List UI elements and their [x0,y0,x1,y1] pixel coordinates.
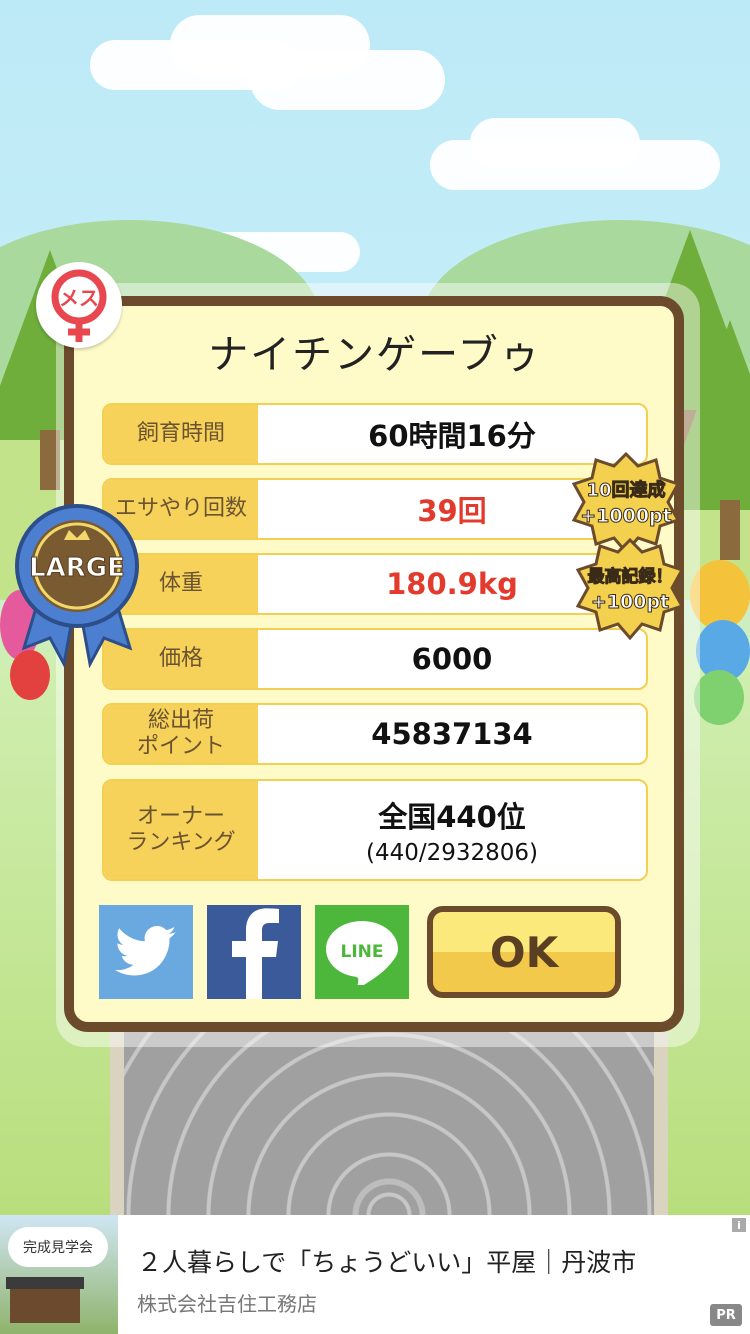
ad-thumbnail-text: 完成見学会 [8,1227,108,1267]
ad-title[interactable]: ２人暮らしで「ちょうどいい」平屋｜丹波市 [137,1243,636,1279]
row-label: 飼育時間 [104,405,258,463]
badge-line1: 10回達成 [586,479,665,501]
ranking-value: 全国440位 [378,800,526,834]
ad-thumbnail[interactable]: 完成見学会 [0,1215,118,1334]
gender-label: メス [59,286,99,310]
facebook-share-button[interactable] [207,905,301,999]
pig-name-title: ナイチンゲーブゥ [208,332,542,378]
ad-info-icon[interactable]: i [732,1218,746,1232]
badge-line2: +100pt [591,591,669,613]
twitter-bird-icon [114,926,176,976]
row-value: 全国440位 (440/2932806) [258,781,646,879]
row-price: 価格 6000 [102,628,648,690]
ok-button[interactable]: OK [427,906,621,998]
achievement-badge-2: 最高記録！ +100pt [574,537,686,646]
badge-line2: +1000pt [580,505,671,527]
line-share-button[interactable]: LINE [315,905,409,999]
badge-line1: 最高記録！ [588,566,673,587]
ad-banner[interactable]: 完成見学会 ２人暮らしで「ちょうどいい」平屋｜丹波市 株式会社吉住工務店 i P… [0,1215,750,1334]
ad-advertiser: 株式会社吉住工務店 [137,1292,317,1316]
row-label: オーナー ランキング [104,781,258,879]
line-label: LINE [341,942,384,962]
ad-pr-label: PR [710,1304,742,1326]
facebook-f-icon [232,908,279,999]
row-breeding-time: 飼育時間 60時間16分 [102,403,648,465]
size-badge-label: LARGE [29,553,125,583]
row-weight: 体重 180.9kg [102,553,648,615]
twitter-share-button[interactable] [99,905,193,999]
ranking-detail: (440/2932806) [365,840,539,866]
row-total-shipping-points: 総出荷 ポイント 45837134 [102,703,648,765]
row-owner-ranking: オーナー ランキング 全国440位 (440/2932806) [102,779,648,881]
row-label: 総出荷 ポイント [104,705,258,763]
line-icon: LINE [326,921,398,985]
row-feeding-count: エサやり回数 39回 [102,478,648,540]
row-value: 45837134 [371,717,533,751]
large-size-ribbon: LARGE [14,498,140,672]
